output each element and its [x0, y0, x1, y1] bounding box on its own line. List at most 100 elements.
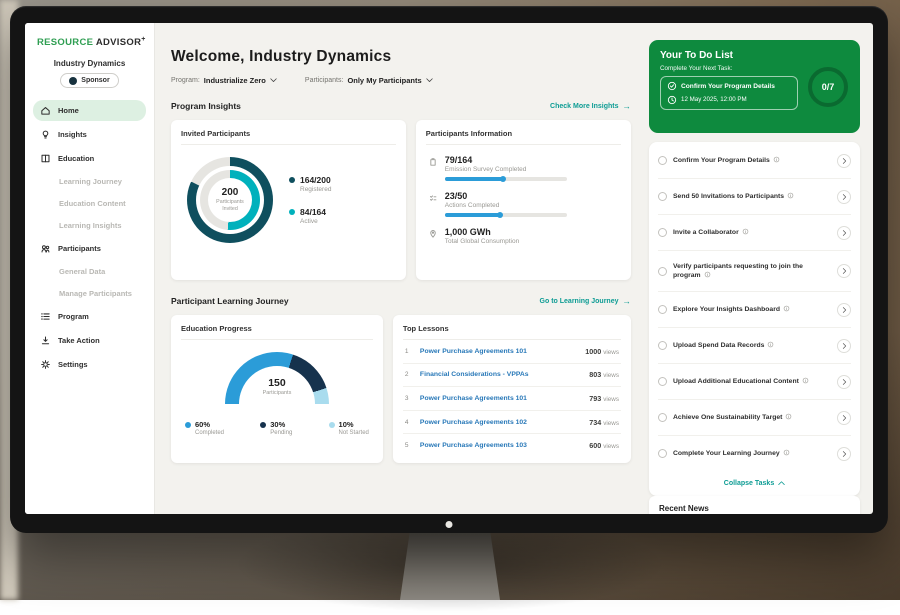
sidebar-item-settings[interactable]: Settings	[33, 354, 146, 375]
legend-item-registered: 164/200 Registered	[289, 175, 331, 193]
task-row[interactable]: Confirm Your Program Details	[658, 143, 851, 179]
program-filter[interactable]: Program: Industrialize Zero	[171, 76, 277, 85]
org-name: Industry Dynamics	[33, 59, 146, 68]
todo-progress-ring: 0/7	[808, 67, 848, 107]
task-chevron-button[interactable]	[837, 154, 851, 168]
task-row[interactable]: Verify participants requesting to join t…	[658, 251, 851, 292]
section-title: Program Insights	[171, 101, 241, 111]
info-icon[interactable]	[785, 413, 792, 420]
info-icon[interactable]	[802, 377, 809, 384]
clock-icon	[667, 95, 677, 105]
sidebar-item-education-content[interactable]: Education Content	[33, 194, 146, 213]
logo-text-resource: RESOURCE	[37, 37, 93, 48]
invited-participants-card: Invited Participants 200 Participants In…	[171, 120, 406, 280]
check-more-insights-link[interactable]: Check More Insights →	[550, 101, 631, 111]
task-chevron-button[interactable]	[837, 411, 851, 425]
legend-dot	[329, 422, 335, 428]
task-label: Upload Spend Data Records	[673, 342, 764, 349]
go-to-learning-journey-link[interactable]: Go to Learning Journey →	[540, 296, 631, 306]
info-icon[interactable]	[787, 192, 794, 199]
learning-journey-header: Participant Learning Journey Go to Learn…	[171, 296, 631, 306]
top-lessons-card: Top Lessons 1 Power Purchase Agreements …	[393, 315, 631, 463]
lesson-link[interactable]: Power Purchase Agreements 103	[420, 442, 582, 449]
lesson-row: 4 Power Purchase Agreements 102 734views	[403, 411, 621, 435]
sidebar-item-participants[interactable]: Participants	[33, 238, 146, 259]
education-progress-gauge: 150 Participants	[225, 352, 329, 404]
task-row[interactable]: Upload Spend Data Records	[658, 328, 851, 364]
task-checkbox[interactable]	[658, 377, 667, 386]
sidebar-item-learning-insights[interactable]: Learning Insights	[33, 216, 146, 235]
task-row[interactable]: Invite a Collaborator	[658, 215, 851, 251]
lesson-link[interactable]: Financial Considerations - VPPAs	[420, 371, 582, 378]
sidebar-item-label: Settings	[58, 360, 88, 369]
list-icon	[40, 311, 51, 322]
sidebar-item-label: Participants	[58, 244, 101, 253]
info-icon[interactable]	[773, 156, 780, 163]
task-chevron-button[interactable]	[837, 447, 851, 461]
sidebar-item-label: Home	[58, 106, 79, 115]
monitor-stand	[400, 530, 500, 600]
task-row[interactable]: Achieve One Sustainability Target	[658, 400, 851, 436]
sidebar-item-label: Learning Insights	[59, 221, 122, 230]
legend-dot	[260, 422, 266, 428]
checklist-icon	[428, 193, 438, 203]
people-icon	[40, 243, 51, 254]
task-chevron-button[interactable]	[837, 303, 851, 317]
task-checkbox[interactable]	[658, 267, 667, 276]
info-icon[interactable]	[742, 228, 749, 235]
task-row[interactable]: Complete Your Learning Journey	[658, 436, 851, 471]
donut-center: 200 Participants Invited	[187, 157, 273, 243]
chevron-right-icon	[842, 157, 847, 165]
participants-information-card: Participants Information 79/164 Emission…	[416, 120, 631, 280]
participants-filter[interactable]: Participants: Only My Participants	[305, 76, 433, 85]
task-checkbox[interactable]	[658, 305, 667, 314]
task-chevron-button[interactable]	[837, 375, 851, 389]
scene: RESOURCE ADVISOR+ Industry Dynamics Spon…	[0, 0, 900, 600]
info-icon[interactable]	[783, 449, 790, 456]
sidebar-item-manage-participants[interactable]: Manage Participants	[33, 284, 146, 303]
sidebar: RESOURCE ADVISOR+ Industry Dynamics Spon…	[25, 23, 155, 514]
legend-item-pending: 30% Pending	[260, 420, 292, 436]
sponsor-badge[interactable]: Sponsor	[60, 73, 118, 88]
sidebar-item-take-action[interactable]: Take Action	[33, 330, 146, 351]
task-checkbox[interactable]	[658, 228, 667, 237]
sponsor-badge-label: Sponsor	[81, 77, 109, 84]
task-checkbox[interactable]	[658, 449, 667, 458]
collapse-tasks-link[interactable]: Collapse Tasks	[658, 471, 851, 492]
sidebar-item-home[interactable]: Home	[33, 100, 146, 121]
info-icon[interactable]	[767, 341, 774, 348]
info-icon[interactable]	[783, 305, 790, 312]
sidebar-item-education[interactable]: Education	[33, 148, 146, 169]
task-checkbox[interactable]	[658, 192, 667, 201]
recent-news-section[interactable]: Recent News	[649, 496, 860, 514]
task-row[interactable]: Explore Your Insights Dashboard	[658, 292, 851, 328]
arrow-right-icon: →	[623, 101, 632, 111]
task-checkbox[interactable]	[658, 156, 667, 165]
lesson-link[interactable]: Power Purchase Agreements 102	[420, 419, 582, 426]
lesson-link[interactable]: Power Purchase Agreements 101	[420, 348, 578, 355]
info-icon[interactable]	[704, 271, 711, 278]
task-row[interactable]: Upload Additional Educational Content	[658, 364, 851, 400]
task-row[interactable]: Send 50 Invitations to Participants	[658, 179, 851, 215]
task-label: Send 50 Invitations to Participants	[673, 193, 784, 200]
task-chevron-button[interactable]	[837, 226, 851, 240]
location-pin-icon	[428, 229, 438, 239]
sidebar-item-general-data[interactable]: General Data	[33, 262, 146, 281]
sidebar-item-learning-journey[interactable]: Learning Journey	[33, 172, 146, 191]
task-chevron-button[interactable]	[837, 339, 851, 353]
book-icon	[40, 153, 51, 164]
section-title: Participant Learning Journey	[171, 296, 289, 306]
lesson-link[interactable]: Power Purchase Agreements 101	[420, 395, 582, 402]
task-label: Verify participants requesting to join t…	[673, 263, 803, 280]
next-task-box[interactable]: Confirm Your Program Details 12 May 2025…	[660, 76, 798, 110]
sidebar-item-insights[interactable]: Insights	[33, 124, 146, 145]
sidebar-nav: Home Insights Education Learning Journey	[33, 100, 146, 375]
sidebar-item-program[interactable]: Program	[33, 306, 146, 327]
home-icon	[40, 105, 51, 116]
legend-dot	[289, 209, 295, 215]
stat-global-consumption: 1,000 GWh Total Global Consumption	[426, 227, 621, 245]
task-checkbox[interactable]	[658, 413, 667, 422]
task-chevron-button[interactable]	[837, 264, 851, 278]
task-chevron-button[interactable]	[837, 190, 851, 204]
task-checkbox[interactable]	[658, 341, 667, 350]
